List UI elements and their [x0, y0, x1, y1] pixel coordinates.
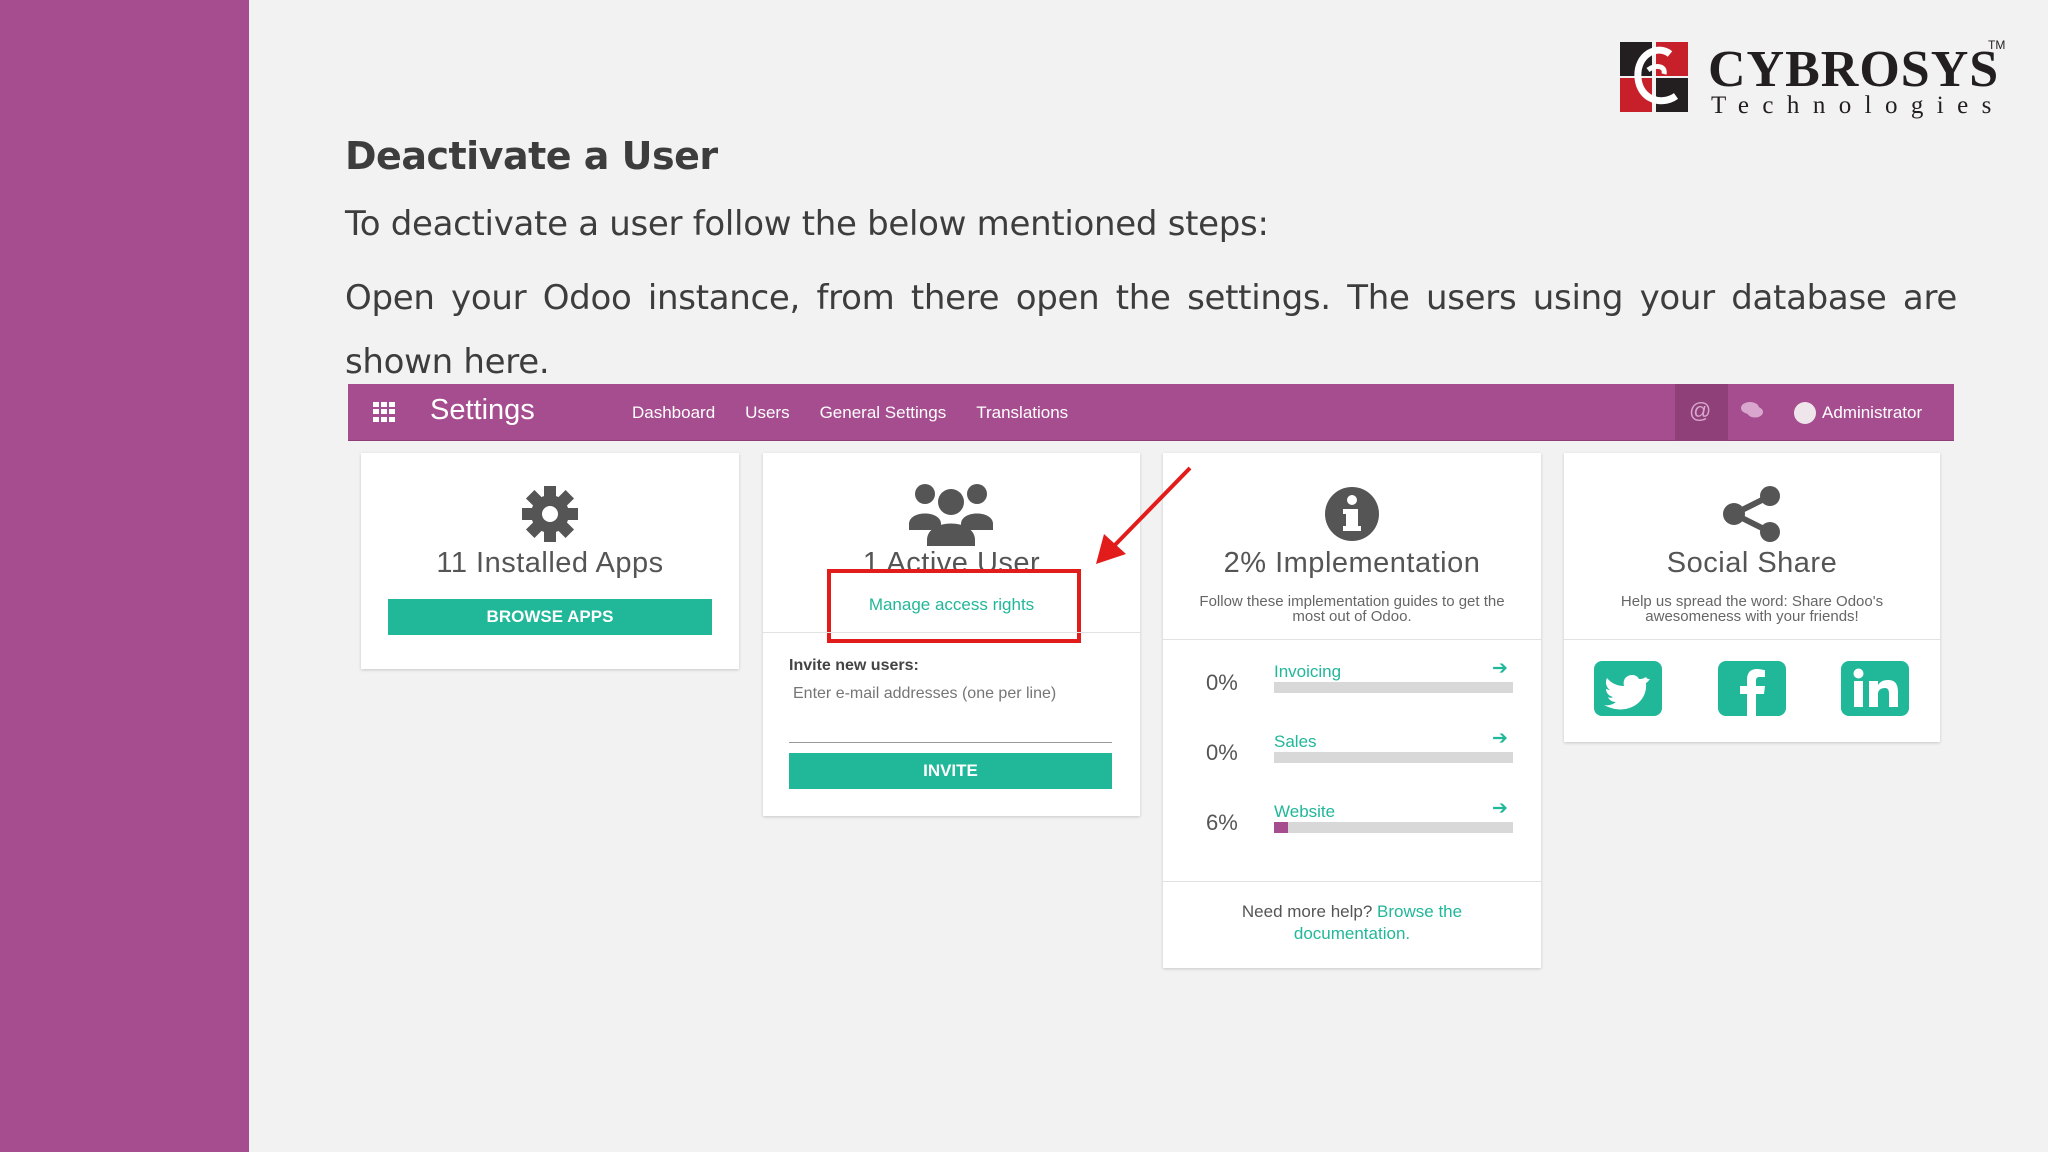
left-accent-band: [0, 0, 249, 1152]
invite-label: Invite new users:: [789, 657, 919, 674]
cybrosys-mark-icon: [1620, 42, 1688, 112]
installed-apps-title: 11 Installed Apps: [436, 547, 664, 579]
implementation-description: Follow these implementation guides to ge…: [1199, 593, 1505, 625]
invite-email-input[interactable]: [789, 679, 1112, 743]
progress-bar: [1274, 752, 1513, 763]
installed-apps-card: 11 Installed Apps BROWSE APPS: [361, 453, 739, 669]
card-divider: [1163, 881, 1541, 882]
arrow-right-icon[interactable]: ➔: [1492, 727, 1508, 750]
progress-fill: [1274, 822, 1289, 833]
user-menu[interactable]: Administrator: [1794, 402, 1922, 424]
progress-percent: 0%: [1206, 670, 1238, 695]
card-divider: [1163, 639, 1541, 640]
help-text: Need more help? Browse the documentation…: [1163, 901, 1541, 945]
menu-translations[interactable]: Translations: [976, 403, 1068, 423]
menu-dashboard[interactable]: Dashboard: [632, 403, 715, 423]
slide-intro: To deactivate a user follow the below me…: [345, 204, 1269, 244]
social-share-card: Social Share Help us spread the word: Sh…: [1564, 453, 1940, 742]
active-users-card: 1 Active User Manage access rights Invit…: [763, 453, 1140, 816]
logo-trademark: TM: [1988, 38, 2006, 52]
users-icon: [909, 484, 993, 546]
chat-icon[interactable]: [1740, 400, 1764, 420]
implementation-card: 2% Implementation Follow these implement…: [1163, 453, 1541, 968]
progress-percent: 6%: [1206, 810, 1238, 835]
browse-apps-button[interactable]: BROWSE APPS: [388, 599, 712, 635]
invite-button[interactable]: INVITE: [789, 753, 1112, 789]
annotation-arrow-icon: [1096, 466, 1192, 564]
user-name: Administrator: [1822, 403, 1923, 422]
arrow-right-icon[interactable]: ➔: [1492, 657, 1508, 680]
progress-bar: [1274, 822, 1513, 833]
facebook-icon[interactable]: [1718, 661, 1786, 716]
cybrosys-logo: CYBROSYS TM Technologies: [1618, 38, 2008, 120]
menu-users[interactable]: Users: [745, 403, 789, 423]
progress-link-invoicing[interactable]: Invoicing: [1274, 662, 1341, 682]
slide-instructions: Open your Odoo instance, from there open…: [345, 278, 1957, 382]
apps-grid-icon[interactable]: [373, 402, 397, 422]
progress-link-website[interactable]: Website: [1274, 802, 1335, 822]
progress-row-sales: 0% Sales ➔: [1163, 728, 1541, 772]
logo-subtitle: Technologies: [1711, 92, 2005, 119]
page-title: Settings: [430, 394, 535, 426]
progress-bar: [1274, 682, 1513, 693]
social-share-title: Social Share: [1666, 547, 1838, 579]
progress-percent: 0%: [1206, 740, 1238, 765]
avatar: [1794, 402, 1816, 424]
twitter-icon[interactable]: [1594, 661, 1662, 716]
linkedin-icon[interactable]: [1841, 661, 1909, 716]
progress-row-invoicing: 0% Invoicing ➔: [1163, 658, 1541, 702]
progress-link-sales[interactable]: Sales: [1274, 732, 1317, 752]
info-icon: [1325, 487, 1379, 541]
logo-name: CYBROSYS: [1708, 41, 2000, 98]
card-divider: [763, 632, 1140, 633]
gear-icon: [522, 486, 578, 542]
menu-general-settings[interactable]: General Settings: [820, 403, 947, 423]
arrow-right-icon[interactable]: ➔: [1492, 797, 1508, 820]
implementation-title: 2% Implementation: [1223, 547, 1481, 579]
social-share-description: Help us spread the word: Share Odoo's aw…: [1620, 593, 1884, 625]
progress-row-website: 6% Website ➔: [1163, 798, 1541, 842]
help-prefix: Need more help?: [1241, 902, 1373, 921]
at-icon[interactable]: @: [1689, 398, 1711, 424]
card-divider: [1564, 639, 1940, 640]
main-menu: Dashboard Users General Settings Transla…: [632, 403, 1068, 423]
slide-title: Deactivate a User: [345, 134, 718, 178]
top-navbar: Settings Dashboard Users General Setting…: [348, 384, 1954, 441]
share-icon: [1723, 486, 1780, 542]
